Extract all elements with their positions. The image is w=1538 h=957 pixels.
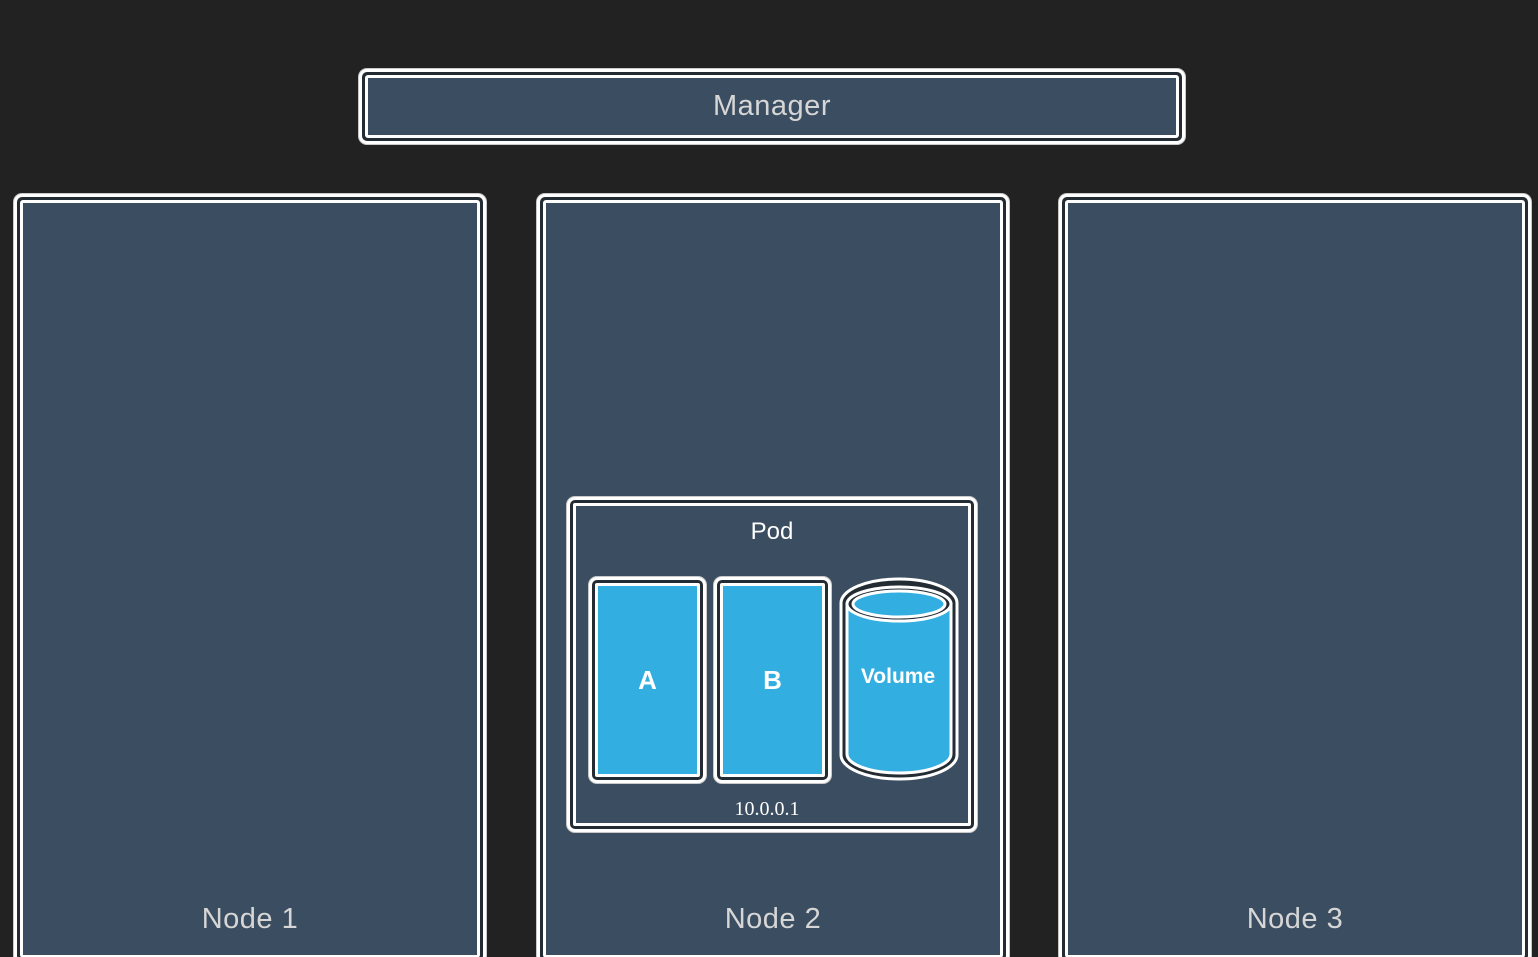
node-1-label: Node 1	[201, 903, 299, 935]
pod-label: Pod	[750, 518, 794, 545]
volume-top	[851, 589, 947, 619]
container-a: A	[589, 577, 706, 783]
container-b: B	[714, 577, 831, 783]
node-3-box: Node 3	[1059, 194, 1531, 957]
manager-label: Manager	[713, 90, 831, 122]
pod-ip-address: 10.0.0.1	[734, 798, 800, 820]
container-a-label: A	[638, 664, 657, 695]
node-2-label: Node 2	[724, 903, 822, 935]
manager-box: Manager	[359, 69, 1185, 144]
diagram-canvas: Manager Node 1 Node 2 Node 3 Pod 10.0.0.…	[0, 0, 1538, 957]
container-b-label: B	[763, 664, 782, 695]
volume-label: Volume	[860, 665, 936, 688]
node-3-label: Node 3	[1246, 903, 1344, 935]
node-1-box: Node 1	[14, 194, 486, 957]
